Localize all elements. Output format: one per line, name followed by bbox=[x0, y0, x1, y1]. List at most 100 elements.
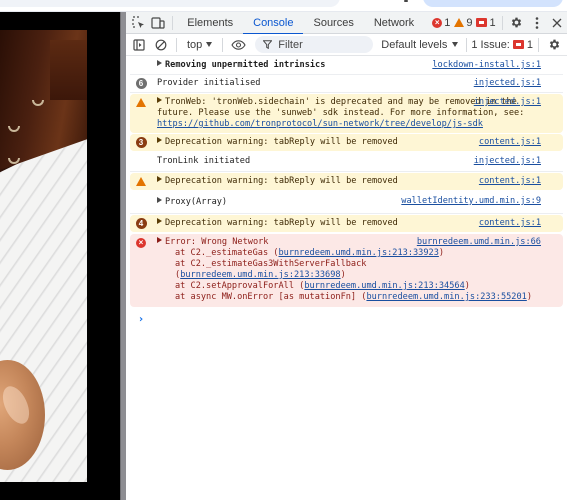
docs-link[interactable]: https://github.com/tronprotocol/sun-netw… bbox=[157, 119, 483, 129]
stack-frame-text: ) bbox=[340, 270, 346, 280]
issue-counter[interactable]: 1 bbox=[476, 16, 496, 29]
stack-frame-text: ) bbox=[464, 281, 470, 291]
log-levels-dropdown[interactable]: Default levels bbox=[381, 39, 459, 51]
console-warning[interactable]: injected.js:1 TronWeb: 'tronWeb.sidechai… bbox=[130, 94, 563, 133]
stack-frame: at C2.setApprovalForAll (burnredeem.umd.… bbox=[157, 281, 539, 292]
message-text: Deprecation warning: tabReply will be re… bbox=[165, 176, 398, 186]
expand-arrow-icon[interactable] bbox=[157, 60, 162, 66]
repeat-count-badge: 3 bbox=[135, 137, 147, 148]
repeat-count-badge: 4 bbox=[135, 218, 147, 229]
console-message[interactable]: TronLink initiated injected.js:1 bbox=[130, 152, 563, 172]
clear-console-button[interactable] bbox=[150, 35, 172, 55]
warning-counter[interactable]: 9 bbox=[454, 17, 472, 29]
message-text: Removing unpermitted intrinsics bbox=[165, 60, 326, 70]
source-link[interactable]: content.js:1 bbox=[479, 176, 541, 187]
tab-elements[interactable]: Elements bbox=[177, 12, 243, 34]
repeat-count-badge: 6 bbox=[135, 78, 147, 89]
source-link[interactable]: walletIdentity.umd.min.js:9 bbox=[401, 196, 541, 207]
error-counter[interactable]: × 1 bbox=[432, 17, 450, 29]
more-options-button[interactable] bbox=[527, 13, 547, 33]
message-text: Proxy(Array) bbox=[165, 197, 228, 207]
console-warning[interactable]: 4 Deprecation warning: tabReply will be … bbox=[130, 215, 563, 232]
tab-sources[interactable]: Sources bbox=[303, 12, 363, 34]
expand-arrow-icon[interactable] bbox=[157, 176, 162, 182]
devtools-panel: Elements Console Sources Network × 1 9 1 bbox=[126, 12, 567, 500]
issues-label: 1 Issue: bbox=[471, 38, 510, 51]
prompt-chevron-icon: › bbox=[139, 314, 144, 325]
device-toolbar-button[interactable] bbox=[148, 13, 168, 33]
device-mode-icon bbox=[151, 16, 165, 29]
separator bbox=[176, 37, 177, 52]
show-sidebar-button[interactable] bbox=[128, 35, 150, 55]
expand-arrow-icon[interactable] bbox=[157, 197, 162, 203]
expand-arrow-icon[interactable] bbox=[157, 137, 162, 143]
issue-count: 1 bbox=[489, 16, 496, 29]
chevron-down-icon bbox=[206, 42, 213, 47]
filter-field[interactable] bbox=[255, 36, 374, 53]
expand-arrow-icon[interactable] bbox=[157, 97, 162, 103]
photo-dresser-top bbox=[50, 40, 87, 100]
console-warning[interactable]: Deprecation warning: tabReply will be re… bbox=[130, 173, 563, 190]
close-devtools-button[interactable] bbox=[547, 13, 567, 33]
warning-icon bbox=[136, 98, 146, 107]
console-message[interactable]: Removing unpermitted intrinsics lockdown… bbox=[130, 57, 563, 75]
console-settings-button[interactable] bbox=[543, 35, 565, 55]
browser-top-strip bbox=[0, 0, 567, 12]
stack-frame-link[interactable]: burnredeem.umd.min.js:233:55201 bbox=[366, 292, 526, 302]
error-icon: × bbox=[136, 237, 146, 248]
console-error[interactable]: × burnredeem.umd.min.js:66 Error: Wrong … bbox=[130, 234, 563, 307]
stack-frame: at C2._estimateGas3WithServerFallback (b… bbox=[157, 259, 539, 281]
message-text: Deprecation warning: tabReply will be re… bbox=[165, 218, 398, 228]
expand-arrow-icon[interactable] bbox=[157, 218, 162, 224]
console-message[interactable]: Proxy(Array) walletIdentity.umd.min.js:9 bbox=[130, 191, 563, 214]
source-link[interactable]: injected.js:1 bbox=[474, 78, 541, 89]
warning-icon bbox=[136, 177, 146, 186]
source-link[interactable]: lockdown-install.js:1 bbox=[432, 60, 541, 71]
message-text: Provider initialised bbox=[157, 78, 261, 88]
menu-dot-icon bbox=[404, 0, 408, 2]
settings-button[interactable] bbox=[506, 13, 526, 33]
close-icon bbox=[552, 18, 562, 27]
warning-icon bbox=[454, 18, 465, 27]
stack-frame-link[interactable]: burnredeem.umd.min.js:213:34564 bbox=[304, 281, 464, 291]
message-text: TronLink initiated bbox=[157, 156, 251, 166]
filter-icon bbox=[263, 40, 273, 49]
bedroom-photo bbox=[0, 30, 87, 482]
profile-pill[interactable] bbox=[423, 0, 563, 7]
issue-icon bbox=[512, 40, 524, 49]
inspect-icon bbox=[131, 16, 144, 28]
separator bbox=[172, 15, 174, 30]
address-bar[interactable] bbox=[0, 0, 340, 7]
stack-frame-text: at async MW.onError [as mutationFn] ( bbox=[175, 292, 367, 302]
tab-network[interactable]: Network bbox=[364, 12, 424, 34]
issue-icon bbox=[476, 18, 488, 27]
tab-console[interactable]: Console bbox=[243, 12, 304, 35]
console-toolbar: top Default levels 1 Issue: 1 bbox=[126, 34, 567, 56]
stack-frame-link[interactable]: burnredeem.umd.min.js:213:33698 bbox=[180, 270, 340, 280]
context-value: top bbox=[187, 38, 203, 51]
console-input[interactable] bbox=[157, 313, 537, 327]
source-link[interactable]: content.js:1 bbox=[479, 218, 541, 229]
console-message[interactable]: 6 Provider initialised injected.js:1 bbox=[130, 75, 563, 93]
live-expression-button[interactable] bbox=[227, 35, 249, 55]
stack-frame-text: ) bbox=[438, 248, 445, 258]
source-link[interactable]: content.js:1 bbox=[479, 137, 541, 148]
message-counters[interactable]: × 1 9 1 bbox=[432, 16, 496, 29]
message-text: Deprecation warning: tabReply will be re… bbox=[165, 137, 398, 147]
expand-arrow-icon[interactable] bbox=[157, 237, 162, 243]
source-link[interactable]: injected.js:1 bbox=[474, 97, 541, 108]
stack-frame-text: at C2.setApprovalForAll ( bbox=[175, 281, 305, 291]
stack-frame-link[interactable]: burnredeem.umd.min.js:213:33923 bbox=[278, 248, 438, 258]
console-prompt[interactable]: › bbox=[130, 311, 567, 331]
gear-icon bbox=[511, 17, 522, 28]
inspect-element-button[interactable] bbox=[128, 13, 148, 33]
separator bbox=[501, 15, 503, 30]
source-link[interactable]: burnredeem.umd.min.js:66 bbox=[417, 237, 541, 248]
clear-icon bbox=[155, 39, 167, 50]
issues-button[interactable]: 1 Issue: 1 bbox=[471, 39, 533, 51]
stack-frame-text: at C2._estimateGas ( bbox=[175, 248, 279, 258]
filter-input[interactable] bbox=[278, 38, 359, 51]
source-link[interactable]: injected.js:1 bbox=[474, 156, 541, 167]
console-warning[interactable]: 3 Deprecation warning: tabReply will be … bbox=[130, 134, 563, 151]
context-selector[interactable]: top bbox=[181, 39, 218, 51]
